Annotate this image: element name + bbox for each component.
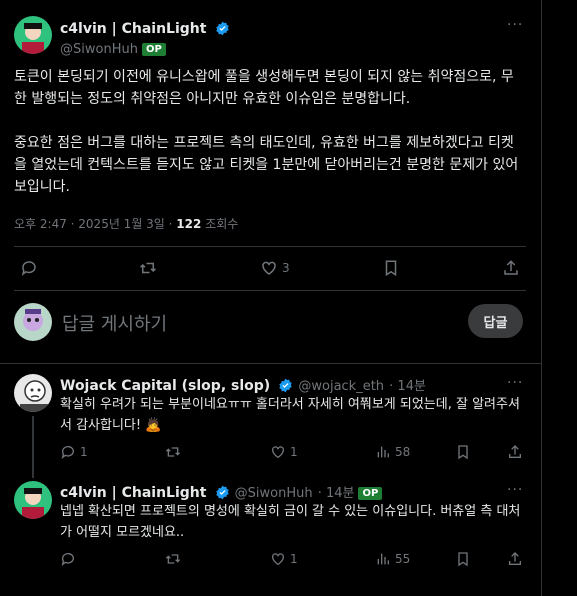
avatar[interactable]: [14, 374, 52, 412]
retweet-icon: [139, 262, 157, 274]
timeline: c4lvin | ChainLight @SiwonHuh OP ··· 토큰이 …: [0, 0, 541, 596]
like-button[interactable]: 1: [270, 551, 298, 567]
bookmark-icon: [385, 260, 397, 277]
divider: [14, 246, 526, 247]
handle[interactable]: @wojack_eth: [298, 379, 384, 394]
divider: [0, 363, 541, 364]
retweet-icon: [165, 554, 181, 564]
bookmark-icon: [458, 552, 468, 567]
retweet-icon: [165, 447, 181, 457]
reply-count: 1: [80, 445, 88, 459]
handle[interactable]: @SiwonHuh: [235, 486, 313, 501]
avatar[interactable]: [14, 481, 52, 519]
view-count: 55: [395, 552, 411, 566]
view-label: 조회수: [201, 217, 239, 231]
post-subheader: @SiwonHuh OP: [60, 38, 166, 57]
more-icon[interactable]: ···: [507, 482, 523, 498]
like-icon: [272, 446, 284, 459]
more-icon[interactable]: ···: [507, 375, 523, 391]
bookmark-button[interactable]: [455, 551, 471, 567]
retweet-button[interactable]: [165, 444, 181, 460]
post-paragraph-1: 토큰이 본딩되기 이전에 유니스왑에 풀을 생성해두면 본딩이 되지 않는 취약…: [14, 69, 514, 107]
reply-icon: [61, 553, 74, 566]
post-time[interactable]: 오후 2:47 · 2025년 1월 3일 ·: [14, 217, 176, 231]
reply-text: 넵넵 확산되면 프로젝트의 명성에 확실히 금이 갈 수 있는 이슈입니다. 버…: [60, 504, 521, 540]
views-icon: [377, 553, 389, 565]
thread-line: [32, 416, 34, 478]
like-icon: [262, 261, 276, 275]
post-meta: 오후 2:47 · 2025년 1월 3일 · 122 조회수: [14, 215, 238, 232]
bookmark-button[interactable]: [455, 444, 471, 460]
share-button[interactable]: [507, 444, 523, 460]
retweet-button[interactable]: [165, 551, 181, 567]
op-badge: OP: [358, 487, 383, 500]
view-count: 122: [176, 217, 202, 231]
display-name[interactable]: c4lvin | ChainLight: [60, 485, 206, 501]
avatar[interactable]: [14, 16, 52, 54]
my-avatar: [14, 303, 52, 341]
reply-icon: [21, 261, 36, 276]
divider: [14, 290, 526, 291]
retweet-button[interactable]: [139, 259, 157, 277]
reply-button[interactable]: [20, 259, 38, 277]
like-button[interactable]: 3: [260, 259, 290, 277]
share-button[interactable]: [502, 259, 520, 277]
reply-submit-button[interactable]: 답글: [468, 304, 523, 338]
share-icon: [509, 445, 521, 458]
reply-input[interactable]: 답글 게시하기: [62, 310, 167, 336]
views-button[interactable]: 58: [375, 444, 410, 460]
reply-time[interactable]: · 14분: [318, 486, 355, 501]
like-button[interactable]: 1: [270, 444, 298, 460]
views-icon: [377, 446, 389, 458]
like-count: 1: [290, 552, 298, 566]
views-button[interactable]: 55: [375, 551, 410, 567]
reply-text: 확실히 우려가 되는 부분이네요ㅠㅠ 홀더라서 자세히 여쭤보게 되었는데, 잘…: [60, 397, 520, 433]
verified-icon: [215, 21, 230, 40]
bookmark-button[interactable]: [382, 259, 400, 277]
display-name[interactable]: Wojack Capital (slop, slop): [60, 378, 270, 394]
post-paragraph-2: 중요한 점은 버그를 대하는 프로젝트 측의 태도인데, 유효한 버그를 제보하…: [14, 135, 519, 195]
view-count: 58: [395, 445, 411, 459]
like-icon: [272, 553, 284, 566]
reply-button[interactable]: [60, 551, 76, 567]
op-badge: OP: [141, 43, 166, 56]
like-count: 1: [290, 445, 298, 459]
reply-icon: [61, 446, 74, 459]
share-button[interactable]: [507, 551, 523, 567]
bookmark-icon: [458, 445, 468, 460]
post-header: c4lvin | ChainLight: [60, 18, 230, 40]
reply-time[interactable]: · 14분: [389, 379, 426, 394]
more-icon[interactable]: ···: [507, 17, 523, 33]
display-name[interactable]: c4lvin | ChainLight: [60, 21, 206, 37]
sidebar-gutter: [542, 0, 577, 596]
share-icon: [509, 552, 521, 565]
like-count: 3: [282, 261, 290, 275]
handle[interactable]: @SiwonHuh: [60, 42, 138, 57]
reply-button[interactable]: 1: [60, 444, 88, 460]
share-icon: [504, 260, 518, 275]
